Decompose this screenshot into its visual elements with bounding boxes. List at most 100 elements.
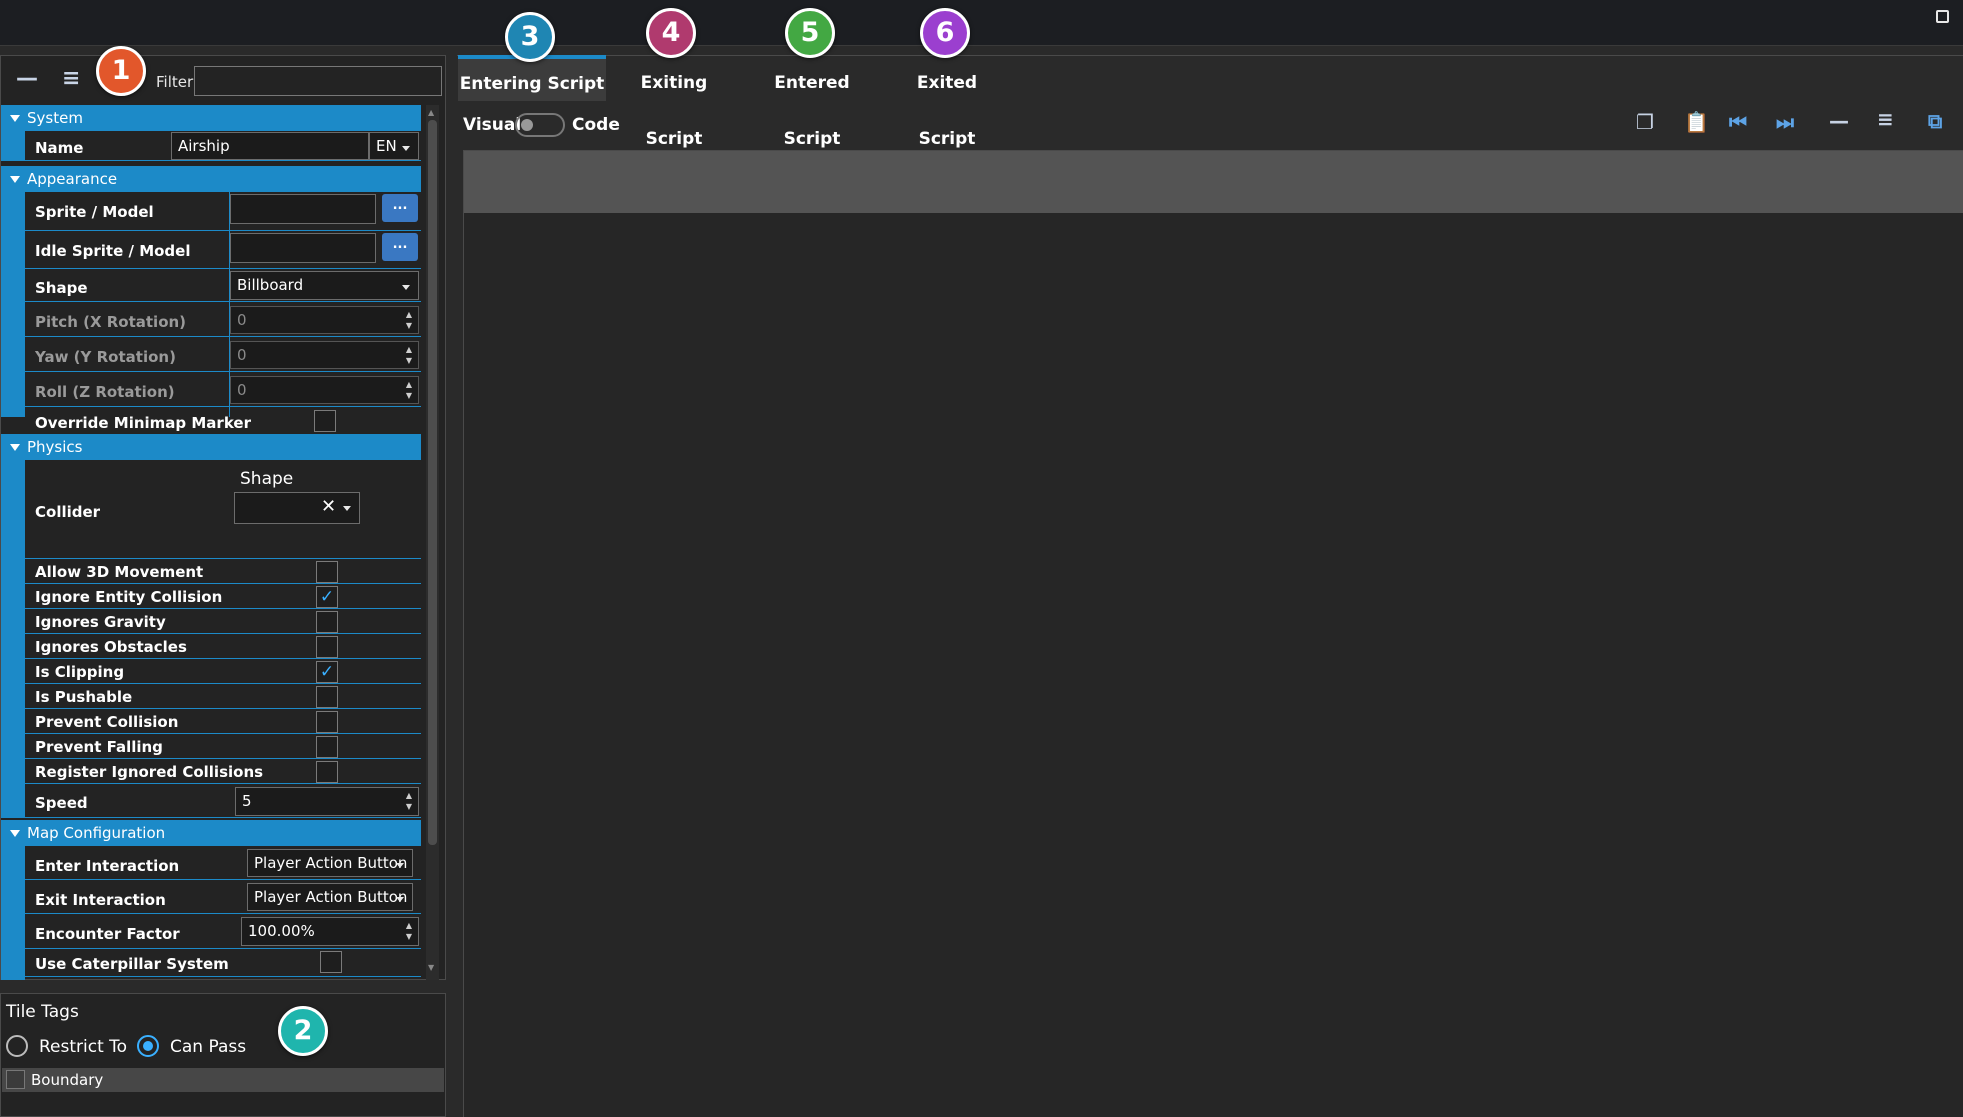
tab-exited-script[interactable]: Exited Script — [886, 55, 1008, 149]
callout-badge-2: 2 — [278, 1006, 328, 1056]
scroll-down-icon[interactable]: ▼ — [428, 963, 434, 972]
encounter-factor-value: 100.00% — [248, 922, 315, 940]
filter-input[interactable] — [194, 66, 442, 96]
roll-field[interactable]: 0 ▲ ▼ — [230, 376, 419, 404]
physics-checkbox[interactable] — [316, 686, 338, 708]
scroll-up-icon[interactable]: ▲ — [428, 108, 434, 117]
sprite-browse-button[interactable]: ... — [382, 194, 418, 222]
language-value: EN — [376, 137, 397, 155]
list-icon[interactable]: ≡ — [62, 68, 80, 90]
physics-checkbox[interactable] — [316, 711, 338, 733]
section-map-configuration[interactable]: Map Configuration — [1, 820, 421, 846]
code-label: Code — [572, 115, 620, 135]
physics-check-label: Ignores Obstacles — [35, 638, 187, 656]
physics-checkbox[interactable] — [316, 561, 338, 583]
clear-icon[interactable]: ✕ — [321, 496, 336, 517]
script-canvas[interactable] — [463, 150, 1963, 1117]
restrict-to-radio[interactable] — [6, 1035, 28, 1057]
idle-sprite-field[interactable] — [230, 233, 376, 263]
exit-interaction-label: Exit Interaction — [35, 891, 166, 909]
exit-interaction-value: Player Action Button — [254, 888, 408, 906]
copy-icon[interactable]: ❐ — [1636, 112, 1654, 132]
spinner-icon[interactable]: ▲ ▼ — [404, 790, 414, 812]
pitch-label: Pitch (X Rotation) — [35, 313, 187, 331]
physics-checkbox[interactable] — [316, 736, 338, 758]
popout-icon[interactable]: ⧉ — [1928, 111, 1942, 131]
speed-field[interactable]: 5 ▲ ▼ — [235, 787, 419, 816]
speed-value: 5 — [242, 792, 252, 810]
callout-badge-3: 3 — [505, 12, 555, 62]
section-physics[interactable]: Physics — [1, 434, 421, 460]
physics-checkbox[interactable] — [316, 761, 338, 783]
physics-check-label: Prevent Collision — [35, 713, 179, 731]
maximize-icon[interactable] — [1936, 10, 1949, 23]
override-minimap-label: Override Minimap Marker — [35, 414, 251, 432]
speed-label: Speed — [35, 794, 88, 812]
shape-label: Shape — [35, 279, 88, 297]
pitch-field[interactable]: 0 ▲ ▼ — [230, 306, 419, 334]
name-label: Name — [35, 139, 84, 157]
shape-value: Billboard — [237, 276, 304, 294]
collider-shape-dropdown[interactable]: ✕ — [234, 492, 360, 524]
callout-badge-5: 5 — [785, 8, 835, 58]
script-canvas-header — [464, 151, 1963, 213]
collider-label: Collider — [35, 503, 101, 521]
skip-end-icon[interactable]: ⏭ — [1776, 112, 1794, 132]
physics-checkbox[interactable]: ✓ — [316, 661, 338, 683]
title-bar — [0, 0, 1963, 46]
tile-tags-title: Tile Tags — [6, 1002, 79, 1022]
section-gutter — [1, 784, 25, 818]
pitch-value: 0 — [237, 311, 247, 329]
physics-checkbox[interactable]: ✓ — [316, 586, 338, 608]
exit-interaction-dropdown[interactable]: Player Action Button — [247, 883, 413, 911]
section-gutter — [1, 846, 25, 980]
yaw-field[interactable]: 0 ▲ ▼ — [230, 341, 419, 369]
enter-interaction-value: Player Action Button — [254, 854, 408, 872]
enter-interaction-label: Enter Interaction — [35, 857, 180, 875]
caterpillar-label: Use Caterpillar System — [35, 955, 229, 973]
override-minimap-checkbox[interactable] — [314, 410, 336, 432]
shape-dropdown[interactable]: Billboard — [230, 271, 419, 300]
physics-check-label: Ignore Entity Collision — [35, 588, 223, 606]
visual-code-toggle[interactable] — [515, 113, 565, 137]
paste-icon[interactable]: 📋 — [1684, 112, 1709, 132]
physics-checkbox[interactable] — [316, 636, 338, 658]
visual-label: Visual — [463, 115, 522, 135]
encounter-factor-field[interactable]: 100.00% ▲ ▼ — [241, 917, 419, 946]
section-system[interactable]: System — [1, 105, 421, 131]
caterpillar-checkbox[interactable] — [320, 951, 342, 973]
section-gutter — [1, 131, 25, 161]
scrollbar-thumb[interactable] — [428, 120, 437, 845]
collapse-icon[interactable]: — — [1829, 111, 1849, 131]
tile-tag-checkbox[interactable] — [6, 1070, 25, 1089]
sprite-field[interactable] — [230, 194, 376, 224]
encounter-factor-label: Encounter Factor — [35, 925, 180, 943]
spinner-icon[interactable]: ▲ ▼ — [404, 379, 414, 401]
roll-value: 0 — [237, 381, 247, 399]
physics-check-label: Is Clipping — [35, 663, 125, 681]
physics-check-label: Is Pushable — [35, 688, 133, 706]
tab-entered-script[interactable]: Entered Script — [746, 55, 878, 149]
tile-tag-label: Boundary — [31, 1071, 104, 1089]
can-pass-label: Can Pass — [170, 1037, 247, 1057]
physics-check-label: Register Ignored Collisions — [35, 763, 264, 781]
enter-interaction-dropdown[interactable]: Player Action Button — [247, 849, 413, 877]
skip-start-icon[interactable]: ⏮ — [1729, 112, 1747, 132]
spinner-icon[interactable]: ▲ ▼ — [404, 920, 414, 942]
expand-icon[interactable]: ≡ — [1877, 109, 1894, 129]
language-dropdown[interactable]: EN — [369, 132, 419, 160]
physics-check-label: Ignores Gravity — [35, 613, 166, 631]
spinner-icon[interactable]: ▲ ▼ — [404, 344, 414, 366]
physics-checkbox[interactable] — [316, 611, 338, 633]
roll-label: Roll (Z Rotation) — [35, 383, 175, 401]
idle-sprite-browse-button[interactable]: ... — [382, 233, 418, 261]
callout-badge-4: 4 — [646, 8, 696, 58]
physics-check-label: Allow 3D Movement — [35, 563, 204, 581]
spinner-icon[interactable]: ▲ ▼ — [404, 309, 414, 331]
name-field[interactable]: Airship — [171, 132, 369, 160]
can-pass-radio[interactable] — [137, 1035, 159, 1057]
minus-icon[interactable]: — — [16, 68, 38, 90]
section-appearance[interactable]: Appearance — [1, 166, 421, 192]
tab-exiting-script[interactable]: Exiting Script — [610, 55, 738, 149]
callout-badge-6: 6 — [920, 8, 970, 58]
